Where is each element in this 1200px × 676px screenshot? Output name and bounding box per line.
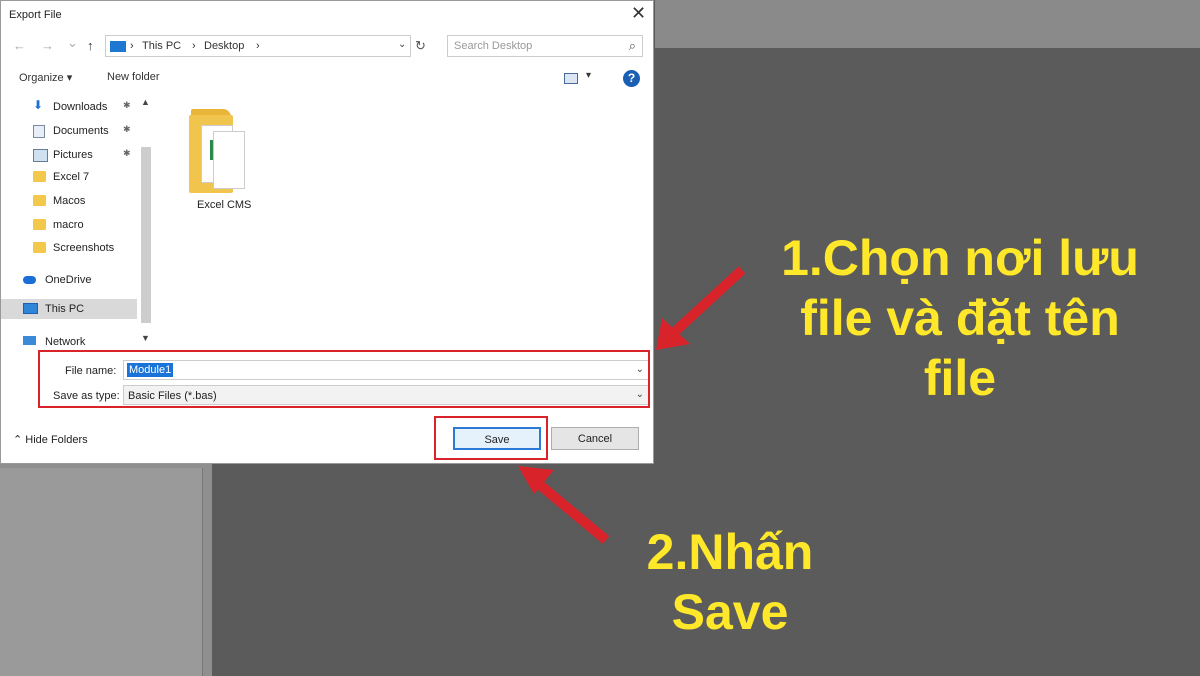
annotation-step-2: 2.Nhấn Save [646,524,814,640]
arrow-to-save [518,466,610,544]
arrow-to-fields [656,266,746,350]
annotation-step-1: 1.Chọn nơi lưu file và đặt tên file [781,230,1139,406]
arrow-to-fields-shaft [664,266,746,342]
arrow-to-save-shaft [530,476,610,544]
